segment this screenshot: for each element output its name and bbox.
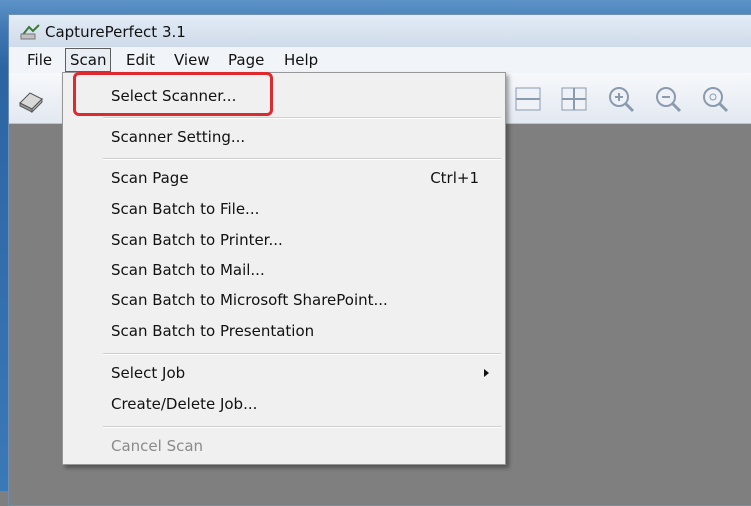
menu-separator [103,158,501,160]
menu-view[interactable]: View [174,51,210,69]
zoom-in-icon[interactable] [607,85,635,113]
menu-item-create-delete-job[interactable]: Create/Delete Job... [111,395,257,413]
menu-scan[interactable]: Scan [65,48,112,72]
scan-page-shortcut: Ctrl+1 [430,169,479,187]
fit-width-icon[interactable] [514,85,542,113]
submenu-arrow-icon [484,369,489,377]
scan-dropdown-menu: Select Scanner... Scanner Setting... Sca… [62,72,506,465]
menu-file[interactable]: File [27,51,52,69]
menu-item-scan-batch-to-presentation[interactable]: Scan Batch to Presentation [111,322,314,340]
menu-item-scan-batch-to-mail[interactable]: Scan Batch to Mail... [111,261,265,279]
menu-item-scan-batch-to-sharepoint[interactable]: Scan Batch to Microsoft SharePoint... [111,291,388,309]
title-bar: CapturePerfect 3.1 [9,15,751,47]
menu-item-scan-page[interactable]: Scan Page [111,169,189,187]
menu-item-select-job[interactable]: Select Job [111,364,185,382]
menu-page[interactable]: Page [228,51,264,69]
select-scanner-highlight [73,72,273,116]
menu-item-scanner-setting[interactable]: Scanner Setting... [111,128,245,146]
app-logo-icon [20,24,40,40]
menu-separator [103,117,501,119]
menu-item-scan-batch-to-file[interactable]: Scan Batch to File... [111,200,259,218]
window-title: CapturePerfect 3.1 [45,23,186,41]
menu-help[interactable]: Help [284,51,318,69]
menu-item-scan-batch-to-printer[interactable]: Scan Batch to Printer... [111,231,283,249]
zoom-out-icon[interactable] [654,85,682,113]
fit-page-icon[interactable] [560,85,588,113]
menu-bar: File Scan Edit View Page Help [9,47,751,74]
menu-separator [103,426,501,428]
scanner-icon[interactable] [17,85,45,113]
menu-item-cancel-scan: Cancel Scan [111,437,204,455]
menu-icon-gutter [63,73,101,464]
menu-edit[interactable]: Edit [126,51,155,69]
zoom-100-icon[interactable] [701,85,729,113]
menu-separator [103,353,501,355]
